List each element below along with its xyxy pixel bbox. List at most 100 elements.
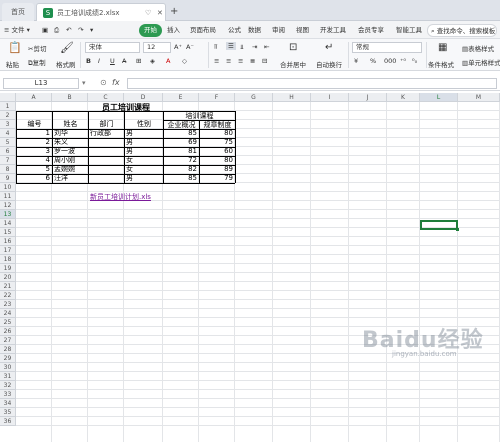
header-course[interactable]: 培训课程 <box>164 112 235 121</box>
wrap-text-button[interactable]: 自动换行 <box>316 59 342 69</box>
row-header[interactable]: 16 <box>0 237 16 246</box>
record-dept[interactable]: 行政部 <box>90 129 122 138</box>
hyperlink[interactable]: 新员工培训计划.xls <box>90 193 151 202</box>
align-right-icon[interactable]: ≡ <box>238 57 243 65</box>
row-header[interactable]: 5 <box>0 138 16 147</box>
thousands-button[interactable]: 000 <box>384 57 396 65</box>
paste-button[interactable]: 粘贴 <box>6 59 19 69</box>
merge-icon[interactable]: ⊡ <box>289 42 297 53</box>
fx-icon[interactable]: fx <box>112 78 120 87</box>
menu-member[interactable]: 会员专享 <box>358 24 384 37</box>
row-header[interactable]: 23 <box>0 300 16 309</box>
record-id[interactable]: 1 <box>18 129 50 138</box>
column-header[interactable]: A <box>16 93 52 102</box>
record-gender[interactable]: 女 <box>126 165 161 174</box>
header-gender[interactable]: 性别 <box>125 120 163 129</box>
row-header[interactable]: 9 <box>0 174 16 183</box>
heart-icon[interactable]: ♡ <box>145 4 151 21</box>
row-header[interactable]: 13 <box>0 210 16 219</box>
menu-smart-tools[interactable]: 智能工具 <box>396 24 422 37</box>
outdent-icon[interactable]: ⇤ <box>264 43 269 51</box>
row-header[interactable]: 30 <box>0 363 16 372</box>
name-box[interactable]: L13 <box>3 78 79 89</box>
table-style-button[interactable]: ▤表格样式 <box>462 43 494 53</box>
row-header[interactable]: 20 <box>0 273 16 282</box>
align-left-icon[interactable]: ≡ <box>214 57 219 65</box>
row-header[interactable]: 25 <box>0 318 16 327</box>
select-all-corner[interactable] <box>0 93 16 102</box>
row-header[interactable]: 33 <box>0 390 16 399</box>
record-s1[interactable]: 85 <box>165 174 197 183</box>
increase-decimal-icon[interactable]: ⁺⁰ <box>400 57 406 65</box>
record-gender[interactable]: 男 <box>126 174 161 183</box>
row-header[interactable]: 15 <box>0 228 16 237</box>
row-header[interactable]: 6 <box>0 147 16 156</box>
header-name[interactable]: 姓名 <box>53 120 88 129</box>
cell-style-button[interactable]: ▥单元格样式 <box>462 57 500 67</box>
redo-icon[interactable]: ↷ <box>78 24 83 37</box>
row-header[interactable]: 31 <box>0 372 16 381</box>
justify-icon[interactable]: ≣ <box>250 57 255 65</box>
column-header[interactable]: B <box>52 93 88 102</box>
underline-button[interactable]: U <box>110 57 115 65</box>
decrease-decimal-icon[interactable]: ⁰₀ <box>412 57 417 65</box>
menu-data[interactable]: 数据 <box>248 24 261 37</box>
zoom-icon[interactable]: ⊙ <box>100 78 107 87</box>
row-header[interactable]: 12 <box>0 201 16 210</box>
save-icon[interactable]: ▣ <box>42 24 48 37</box>
row-header[interactable]: 28 <box>0 345 16 354</box>
record-s2[interactable]: 80 <box>201 129 233 138</box>
row-header[interactable]: 32 <box>0 381 16 390</box>
record-s1[interactable]: 85 <box>165 129 197 138</box>
column-header[interactable]: G <box>235 93 273 102</box>
record-id[interactable]: 6 <box>18 174 50 183</box>
fill-color-icon[interactable]: ◈ <box>150 57 155 65</box>
tab-file[interactable]: S 员工培训成绩2.xlsx ♡ ✕ <box>36 3 166 21</box>
menu-review[interactable]: 审阅 <box>272 24 285 37</box>
percent-button[interactable]: % <box>370 57 376 65</box>
formula-input[interactable] <box>127 78 497 89</box>
row-header[interactable]: 17 <box>0 246 16 255</box>
align-middle-icon[interactable]: ☰ <box>226 42 236 50</box>
row-header[interactable]: 2 <box>0 111 16 120</box>
command-search[interactable]: ⌕ 查找命令、搜索模板 <box>427 24 497 37</box>
record-name[interactable]: 周小刚 <box>54 156 86 165</box>
font-grow-icon[interactable]: A⁺ <box>174 43 182 51</box>
record-gender[interactable]: 女 <box>126 156 161 165</box>
more-icon[interactable]: ▾ <box>90 24 93 37</box>
row-header[interactable]: 26 <box>0 327 16 336</box>
conditional-format-icon[interactable]: ▦ <box>438 42 447 53</box>
bold-button[interactable]: B <box>86 57 91 65</box>
number-format-select[interactable]: 常规 <box>352 42 422 53</box>
font-shrink-icon[interactable]: A⁻ <box>186 43 194 51</box>
merge-center-button[interactable]: 合并居中 <box>280 59 306 69</box>
menu-view[interactable]: 视图 <box>296 24 309 37</box>
new-tab-button[interactable]: + <box>170 3 184 21</box>
row-header[interactable]: 8 <box>0 165 16 174</box>
conditional-format-button[interactable]: 条件格式 <box>428 59 454 69</box>
record-gender[interactable]: 男 <box>126 147 161 156</box>
row-header[interactable]: 1 <box>0 102 16 111</box>
row-header[interactable]: 4 <box>0 129 16 138</box>
row-header[interactable]: 21 <box>0 282 16 291</box>
record-s2[interactable]: 79 <box>201 174 233 183</box>
paste-icon[interactable]: 📋 <box>8 41 22 54</box>
row-header[interactable]: 36 <box>0 417 16 426</box>
record-s2[interactable]: 89 <box>201 165 233 174</box>
column-header[interactable]: I <box>311 93 349 102</box>
font-select[interactable]: 宋体 <box>85 42 140 53</box>
copy-button[interactable]: ⧉复制 <box>28 57 46 68</box>
menu-start[interactable]: 开始 <box>139 24 162 37</box>
row-header[interactable]: 3 <box>0 120 16 129</box>
clear-icon[interactable]: ◇ <box>182 57 187 65</box>
record-id[interactable]: 5 <box>18 165 50 174</box>
row-header[interactable]: 24 <box>0 309 16 318</box>
row-header[interactable]: 18 <box>0 255 16 264</box>
column-header[interactable]: L <box>420 93 458 102</box>
record-name[interactable]: 汪洋 <box>54 174 86 183</box>
record-s2[interactable]: 75 <box>201 138 233 147</box>
chevron-down-icon[interactable]: ▾ <box>82 79 86 87</box>
record-s1[interactable]: 72 <box>165 156 197 165</box>
format-painter-icon[interactable]: 🖌 <box>60 41 74 54</box>
file-menu[interactable]: ≡ 文件 ▾ <box>4 24 30 37</box>
